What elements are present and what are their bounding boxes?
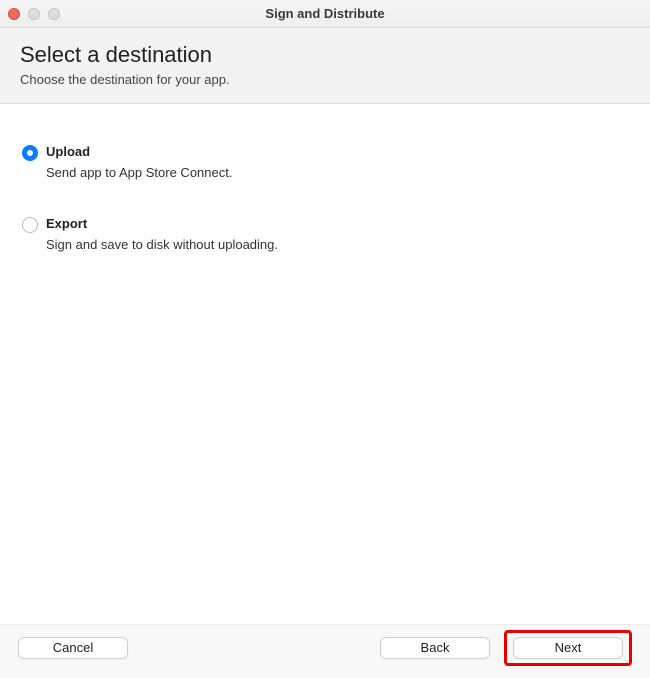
header: Select a destination Choose the destinat… bbox=[0, 28, 650, 104]
option-upload-desc: Send app to App Store Connect. bbox=[46, 165, 628, 180]
traffic-lights bbox=[8, 8, 60, 20]
option-export-title: Export bbox=[46, 216, 628, 231]
option-export[interactable]: Export Sign and save to disk without upl… bbox=[22, 216, 628, 252]
option-export-desc: Sign and save to disk without uploading. bbox=[46, 237, 628, 252]
header-subheading: Choose the destination for your app. bbox=[20, 72, 630, 87]
content-area: Upload Send app to App Store Connect. Ex… bbox=[0, 104, 650, 622]
next-highlight: Next bbox=[504, 630, 632, 666]
next-button[interactable]: Next bbox=[513, 637, 623, 659]
maximize-icon bbox=[48, 8, 60, 20]
option-export-text: Export Sign and save to disk without upl… bbox=[46, 216, 628, 252]
close-icon[interactable] bbox=[8, 8, 20, 20]
titlebar: Sign and Distribute bbox=[0, 0, 650, 28]
radio-export[interactable] bbox=[22, 217, 38, 233]
option-upload-title: Upload bbox=[46, 144, 628, 159]
window-title: Sign and Distribute bbox=[0, 6, 650, 21]
option-upload[interactable]: Upload Send app to App Store Connect. bbox=[22, 144, 628, 180]
back-button[interactable]: Back bbox=[380, 637, 490, 659]
footer: Cancel Back Next bbox=[0, 624, 650, 678]
header-heading: Select a destination bbox=[20, 42, 630, 68]
radio-upload[interactable] bbox=[22, 145, 38, 161]
cancel-button[interactable]: Cancel bbox=[18, 637, 128, 659]
minimize-icon bbox=[28, 8, 40, 20]
option-upload-text: Upload Send app to App Store Connect. bbox=[46, 144, 628, 180]
